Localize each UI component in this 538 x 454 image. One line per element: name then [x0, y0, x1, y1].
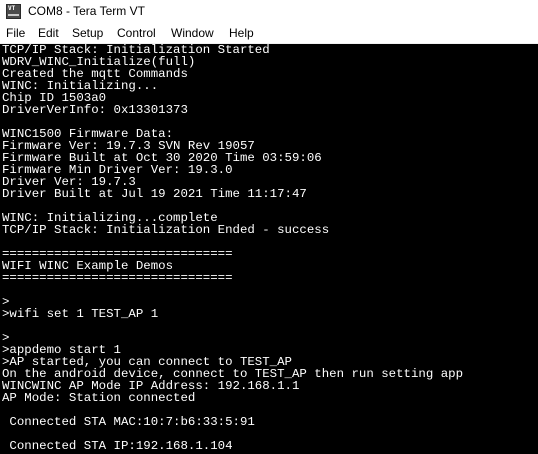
tera-term-app-icon[interactable]: VT — [6, 4, 21, 19]
menu-setup[interactable]: Setup — [71, 25, 104, 41]
terminal-line: DriverVerInfo: 0x13301373 — [2, 103, 188, 117]
menu-window[interactable]: Window — [170, 25, 215, 41]
menu-help[interactable]: Help — [228, 25, 255, 41]
window-title: COM8 - Tera Term VT — [28, 4, 145, 18]
title-bar[interactable]: VT COM8 - Tera Term VT — [0, 0, 538, 23]
terminal-line: Connected STA MAC:10:7:b6:33:5:91 — [2, 415, 255, 429]
terminal-line: >wifi set 1 TEST_AP 1 — [2, 307, 159, 321]
menu-file[interactable]: File — [5, 25, 26, 41]
tera-term-window: VT COM8 - Tera Term VT File Edit Setup C… — [0, 0, 538, 454]
terminal-line: AP Mode: Station connected — [2, 391, 196, 405]
app-icon-bar — [8, 14, 19, 16]
terminal-output[interactable]: TCP/IP Stack: Initialization Started WDR… — [0, 44, 538, 454]
menu-edit[interactable]: Edit — [37, 25, 60, 41]
terminal-line: TCP/IP Stack: Initialization Ended - suc… — [2, 223, 330, 237]
app-icon-label: VT — [8, 5, 16, 12]
menu-bar: File Edit Setup Control Window Help — [0, 23, 538, 44]
menu-control[interactable]: Control — [116, 25, 157, 41]
terminal-line: Driver Built at Jul 19 2021 Time 11:17:4… — [2, 187, 307, 201]
terminal-line: Connected STA IP:192.168.1.104 — [2, 439, 233, 453]
terminal-line: =============================== — [2, 271, 233, 285]
